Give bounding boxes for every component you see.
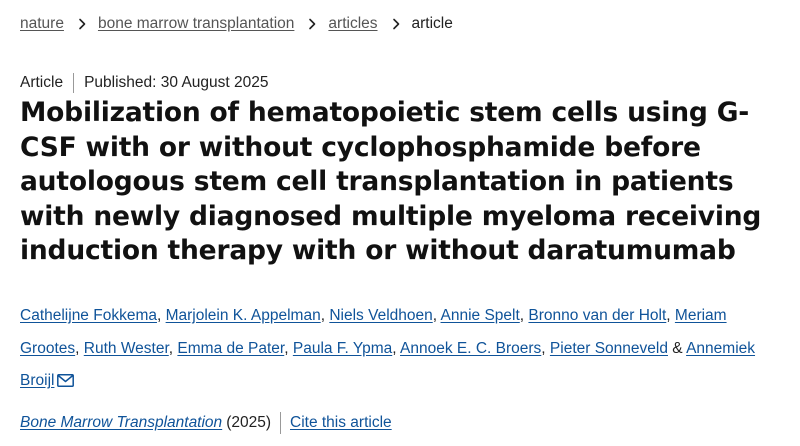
journal-link[interactable]: Bone Marrow Transplantation	[20, 413, 222, 433]
breadcrumb-link-journal[interactable]: bone marrow transplantation	[98, 14, 294, 34]
author-link[interactable]: Emma de Pater	[177, 340, 284, 357]
author-link[interactable]: Marjolein K. Appelman	[166, 307, 321, 324]
breadcrumb: nature bone marrow transplantation artic…	[20, 14, 453, 34]
envelope-icon[interactable]	[57, 374, 75, 388]
cite-this-article-link[interactable]: Cite this article	[290, 413, 392, 433]
author-separator: ,	[284, 339, 293, 357]
author-link[interactable]: Annoek E. C. Broers	[400, 340, 541, 357]
article-title: Mobilization of hematopoietic stem cells…	[20, 97, 762, 267]
author-link[interactable]: Bronno van der Holt	[528, 307, 666, 324]
breadcrumb-link-nature[interactable]: nature	[20, 14, 64, 34]
author-link[interactable]: Niels Veldhoen	[329, 307, 432, 324]
chevron-right-icon	[309, 18, 316, 30]
author-list: Cathelijne Fokkema, Marjolein K. Appelma…	[20, 300, 780, 398]
author-separator: ,	[666, 307, 675, 324]
author-last-separator: &	[667, 339, 687, 357]
breadcrumb-current: article	[411, 15, 453, 32]
author-separator: ,	[432, 307, 441, 324]
author-link[interactable]: Ruth Wester	[84, 340, 169, 357]
chevron-right-icon	[392, 18, 399, 30]
author-separator: ,	[541, 339, 550, 357]
chevron-right-icon	[79, 18, 86, 30]
author-separator: ,	[75, 339, 84, 357]
author-separator: ,	[156, 307, 166, 324]
breadcrumb-link-articles[interactable]: articles	[328, 14, 377, 34]
author-link[interactable]: Pieter Sonneveld	[550, 340, 668, 357]
author-link[interactable]: Annie Spelt	[441, 307, 520, 324]
publish-date: Published: 30 August 2025	[84, 74, 269, 91]
citation-divider	[280, 412, 281, 434]
author-separator: ,	[392, 339, 400, 357]
article-type: Article	[20, 74, 64, 91]
publication-year: (2025)	[226, 414, 271, 431]
article-meta: Article Published: 30 August 2025	[20, 73, 269, 93]
citation-row: Bone Marrow Transplantation (2025) Cite …	[20, 412, 392, 434]
meta-divider	[73, 73, 75, 93]
author-link[interactable]: Paula F. Ypma	[293, 340, 392, 357]
author-link[interactable]: Cathelijne Fokkema	[20, 307, 157, 324]
article-page: nature bone marrow transplantation artic…	[0, 0, 800, 446]
